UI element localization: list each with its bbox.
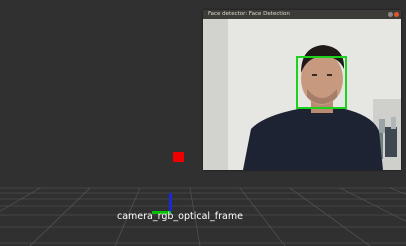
minimize-icon[interactable]	[388, 12, 393, 17]
axis-z	[169, 193, 172, 212]
close-icon[interactable]	[394, 12, 399, 17]
frame-label: camera_rgb_optical_frame	[117, 211, 243, 222]
window-title: Face detector: Face Detection	[208, 11, 290, 17]
red-marker	[173, 152, 184, 162]
face-bounding-box	[296, 56, 347, 109]
window-titlebar[interactable]: Face detector: Face Detection	[203, 10, 401, 19]
camera-image	[203, 19, 401, 170]
face-detector-window[interactable]: Face detector: Face Detection	[203, 10, 401, 170]
